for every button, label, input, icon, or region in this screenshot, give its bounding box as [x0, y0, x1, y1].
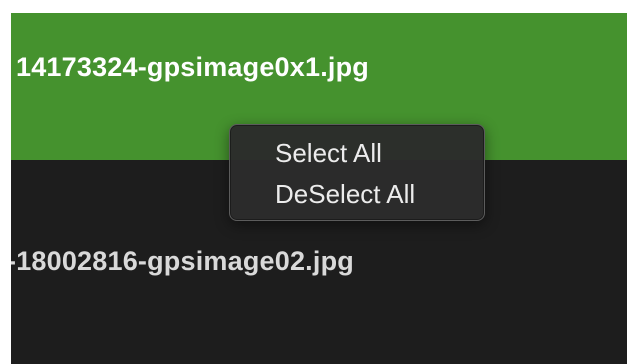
file-name: 14173324-gpsimage0x1.jpg [16, 52, 369, 82]
menu-item-deselect-all[interactable]: DeSelect All [238, 177, 476, 211]
menu-item-select-all[interactable]: Select All [238, 136, 476, 170]
file-name: -18002816-gpsimage02.jpg [11, 246, 354, 276]
menu-item-label: Select All [275, 138, 382, 168]
menu-item-label: DeSelect All [275, 179, 416, 209]
file-list: 14173324-gpsimage0x1.jpg -18002816-gpsim… [11, 13, 627, 364]
context-menu: Select All DeSelect All [229, 124, 485, 221]
